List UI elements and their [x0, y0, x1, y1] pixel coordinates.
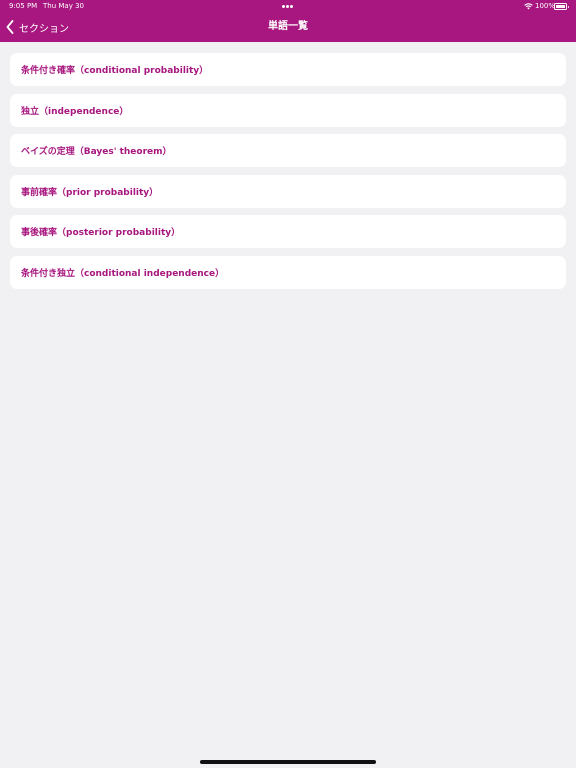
list-item-posterior-probability[interactable]: 事後確率（posterior probability）	[10, 215, 566, 248]
status-time: 9:05 PM	[9, 2, 38, 10]
list-item-label: 独立（independence）	[21, 106, 129, 117]
battery-icon	[554, 3, 569, 10]
navigation-bar: セクション 単語一覧	[0, 12, 576, 42]
page-title: 単語一覧	[268, 21, 308, 32]
list-item-bayes-theorem[interactable]: ベイズの定理（Bayes' theorem）	[10, 134, 566, 167]
list-item-label: 事前確率（prior probability）	[21, 187, 159, 198]
home-indicator[interactable]	[200, 760, 376, 764]
status-bar: 9:05 PM Thu May 30 100%	[0, 0, 576, 12]
list-item-label: ベイズの定理（Bayes' theorem）	[21, 147, 172, 157]
term-list: 条件付き確率（conditional probability） 独立（indep…	[10, 53, 566, 296]
list-item-label: 条件付き独立（conditional independence）	[21, 268, 225, 279]
battery-percentage: 100%	[534, 2, 555, 10]
wifi-icon	[524, 3, 533, 10]
multitasking-dots-icon[interactable]	[282, 5, 296, 8]
list-item-prior-probability[interactable]: 事前確率（prior probability）	[10, 174, 566, 208]
list-item-conditional-probability[interactable]: 条件付き確率（conditional probability）	[10, 53, 566, 86]
list-item-conditional-independence[interactable]: 条件付き独立（conditional independence）	[10, 255, 566, 289]
list-item-label: 事後確率（posterior probability）	[21, 228, 181, 238]
list-item-independence[interactable]: 独立（independence）	[10, 93, 566, 127]
status-date: Thu May 30	[43, 2, 84, 10]
list-item-label: 条件付き確率（conditional probability）	[21, 66, 209, 76]
